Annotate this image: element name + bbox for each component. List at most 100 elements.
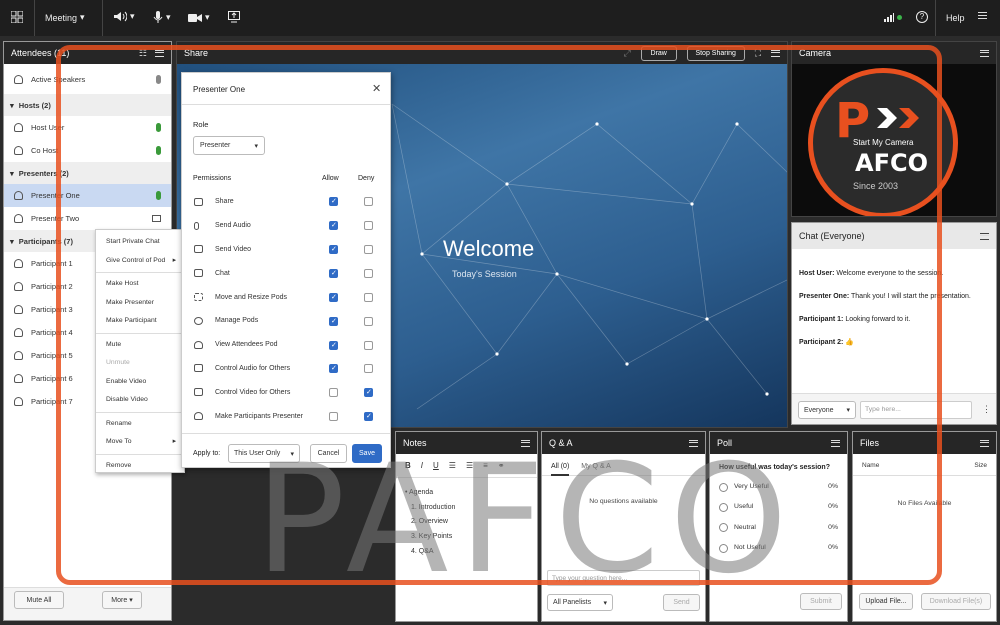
- layout-icon[interactable]: [10, 10, 24, 24]
- attendee-row[interactable]: Host User: [4, 116, 171, 139]
- hosts-section-header[interactable]: ▾ Hosts (2): [4, 94, 171, 116]
- more-vertical-icon[interactable]: ⋮: [982, 404, 991, 415]
- menu-item-disable-video[interactable]: Disable Video: [96, 391, 184, 410]
- attendee-row[interactable]: Presenter Two: [4, 207, 171, 230]
- chat-audience-select[interactable]: Everyone ▾: [798, 401, 856, 419]
- tab-all[interactable]: All (0): [551, 463, 570, 476]
- numbered-list-icon[interactable]: ☰: [466, 461, 473, 470]
- chat-text: Welcome everyone to the session.: [836, 270, 944, 277]
- allow-checkbox[interactable]: [329, 388, 338, 397]
- files-pod: Files Name Size No Files Available Upload…: [852, 431, 997, 622]
- start-my-camera-link[interactable]: Start My Camera: [853, 138, 913, 147]
- list-view-icon[interactable]: ☷: [139, 48, 147, 59]
- allow-checkbox[interactable]: [329, 197, 338, 206]
- allow-checkbox[interactable]: [329, 412, 338, 421]
- pod-menu-icon[interactable]: [155, 49, 164, 57]
- poll-option[interactable]: Not Useful 0%: [719, 538, 838, 558]
- expand-arrows-icon[interactable]: ⤢: [623, 48, 630, 59]
- attendee-row-selected[interactable]: Presenter One: [4, 184, 171, 207]
- allow-checkbox[interactable]: [329, 269, 338, 278]
- attendee-row[interactable]: Co Host: [4, 139, 171, 162]
- menu-item-unmute[interactable]: Unmute: [96, 354, 184, 373]
- italic-button[interactable]: I: [421, 461, 423, 470]
- allow-checkbox[interactable]: [329, 317, 338, 326]
- radio-button[interactable]: [719, 543, 728, 553]
- help-circle-icon[interactable]: ?: [916, 11, 928, 23]
- notes-content[interactable]: • Agenda 1. Introduction 2. Overview 3. …: [396, 478, 537, 568]
- qa-audience-select[interactable]: All Panelists ▾: [547, 594, 613, 611]
- pod-menu-icon[interactable]: [980, 49, 989, 57]
- underline-button[interactable]: U: [433, 461, 439, 470]
- share-screen-icon[interactable]: [228, 11, 240, 25]
- deny-checkbox[interactable]: [364, 197, 373, 206]
- qa-question-input[interactable]: Type your question here...: [547, 570, 700, 586]
- allow-checkbox[interactable]: [329, 221, 338, 230]
- menu-item-make-presenter[interactable]: Make Presenter: [96, 294, 184, 313]
- allow-checkbox[interactable]: [329, 293, 338, 302]
- help-link[interactable]: Help: [946, 13, 965, 23]
- menu-item-give-control[interactable]: Give Control of Pod ▸: [96, 252, 184, 271]
- save-button[interactable]: Save: [352, 444, 382, 463]
- radio-button[interactable]: [719, 482, 728, 492]
- menu-item-enable-video[interactable]: Enable Video: [96, 373, 184, 392]
- download-files-button[interactable]: Download File(s): [921, 593, 991, 610]
- notes-pod-header: Notes: [396, 432, 537, 454]
- allow-checkbox[interactable]: [329, 364, 338, 373]
- deny-checkbox[interactable]: [364, 341, 373, 350]
- menu-item-mute[interactable]: Mute: [96, 336, 184, 355]
- menu-item-rename[interactable]: Rename: [96, 415, 184, 434]
- allow-checkbox[interactable]: [329, 341, 338, 350]
- deny-checkbox[interactable]: [364, 317, 373, 326]
- pod-menu-icon[interactable]: [521, 439, 530, 447]
- pod-menu-icon[interactable]: [980, 439, 989, 447]
- speaker-icon: [194, 364, 203, 373]
- deny-checkbox[interactable]: [364, 269, 373, 278]
- poll-option[interactable]: Neutral 0%: [719, 518, 838, 538]
- bold-button[interactable]: B: [405, 461, 411, 470]
- deny-checkbox[interactable]: [364, 388, 373, 397]
- close-icon[interactable]: ✕: [372, 82, 381, 95]
- upload-file-button[interactable]: Upload File...: [859, 593, 913, 610]
- poll-option[interactable]: Useful 0%: [719, 497, 838, 517]
- menu-item-move-to[interactable]: Move To ▸: [96, 433, 184, 452]
- stop-sharing-button[interactable]: Stop Sharing: [686, 45, 745, 61]
- send-button[interactable]: Send: [663, 594, 700, 611]
- cancel-button[interactable]: Cancel: [310, 444, 347, 463]
- pod-menu-icon[interactable]: [689, 439, 698, 447]
- deny-checkbox[interactable]: [364, 245, 373, 254]
- mute-all-button[interactable]: Mute All: [14, 591, 64, 609]
- menu-item-make-host[interactable]: Make Host: [96, 275, 184, 294]
- deny-checkbox[interactable]: [364, 221, 373, 230]
- deny-checkbox[interactable]: [364, 293, 373, 302]
- bulleted-list-icon[interactable]: ☰: [449, 461, 456, 470]
- radio-button[interactable]: [719, 502, 728, 512]
- deny-checkbox[interactable]: [364, 364, 373, 373]
- role-select[interactable]: Presenter ▾: [193, 136, 265, 155]
- align-icon[interactable]: ≡: [483, 461, 488, 470]
- apply-to-select[interactable]: This User Only ▾: [228, 444, 300, 463]
- link-icon[interactable]: ⚭: [498, 461, 505, 470]
- hamburger-menu-icon[interactable]: [978, 12, 987, 21]
- pod-menu-icon[interactable]: [980, 232, 989, 240]
- microphone-button[interactable]: ▾: [153, 11, 171, 23]
- submit-button[interactable]: Submit: [800, 593, 842, 610]
- chat-input[interactable]: Type here...: [860, 401, 972, 419]
- menu-item-start-private-chat[interactable]: Start Private Chat: [96, 233, 184, 252]
- camera-button[interactable]: ▾: [188, 12, 210, 23]
- tab-my-qa[interactable]: My Q & A: [581, 463, 611, 475]
- fullscreen-icon[interactable]: ⛶: [755, 48, 761, 59]
- allow-checkbox[interactable]: [329, 245, 338, 254]
- deny-checkbox[interactable]: [364, 412, 373, 421]
- active-speakers-row[interactable]: Active Speakers: [4, 64, 171, 94]
- presenters-section-header[interactable]: ▾ Presenters (2): [4, 162, 171, 184]
- draw-button[interactable]: Draw: [640, 45, 677, 61]
- meeting-menu[interactable]: Meeting ▾: [45, 12, 85, 23]
- menu-item-remove[interactable]: Remove: [96, 457, 184, 476]
- more-button[interactable]: More ▾: [102, 591, 142, 609]
- pod-menu-icon[interactable]: [831, 439, 840, 447]
- pod-menu-icon[interactable]: [771, 49, 780, 57]
- speaker-button[interactable]: ▾: [113, 11, 135, 22]
- radio-button[interactable]: [719, 523, 728, 533]
- menu-item-make-participant[interactable]: Make Participant: [96, 312, 184, 331]
- poll-option[interactable]: Very Useful 0%: [719, 477, 838, 497]
